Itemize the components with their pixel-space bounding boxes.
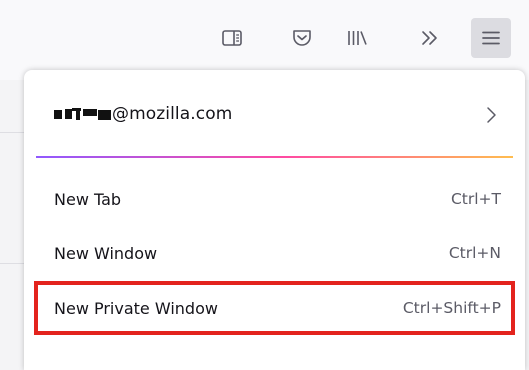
account-gradient-divider [36,156,513,158]
hamburger-menu-icon [482,31,500,45]
menu-item-shortcut: Ctrl+T [450,190,501,208]
overflow-button[interactable] [410,18,450,58]
app-menu-panel: @mozilla.com New Tab Ctrl+T New Window C… [24,70,525,370]
menu-item-new-tab[interactable]: New Tab Ctrl+T [36,176,513,222]
sidebar-icon [222,30,242,46]
app-menu-button[interactable] [471,18,511,58]
redacted-username [54,107,112,121]
menu-item-shortcut: Ctrl+N [448,244,501,262]
pocket-icon [292,29,312,47]
overflow-chevron-icon [420,30,440,46]
menu-item-new-private-window[interactable]: New Private Window Ctrl+Shift+P [34,281,515,335]
menu-item-label: New Tab [54,189,122,209]
menu-item-shortcut: Ctrl+Shift+P [402,299,501,317]
library-icon [346,29,368,47]
menu-item-label: New Private Window [54,298,218,318]
account-row[interactable]: @mozilla.com [36,86,512,142]
pocket-button[interactable] [282,18,322,58]
library-button[interactable] [337,18,377,58]
account-email: @mozilla.com [112,104,233,124]
browser-toolbar [0,0,529,80]
sidebar-button[interactable] [212,18,252,58]
chevron-right-icon [486,106,498,128]
menu-item-label: New Window [54,243,158,263]
menu-item-new-window[interactable]: New Window Ctrl+N [36,230,513,276]
